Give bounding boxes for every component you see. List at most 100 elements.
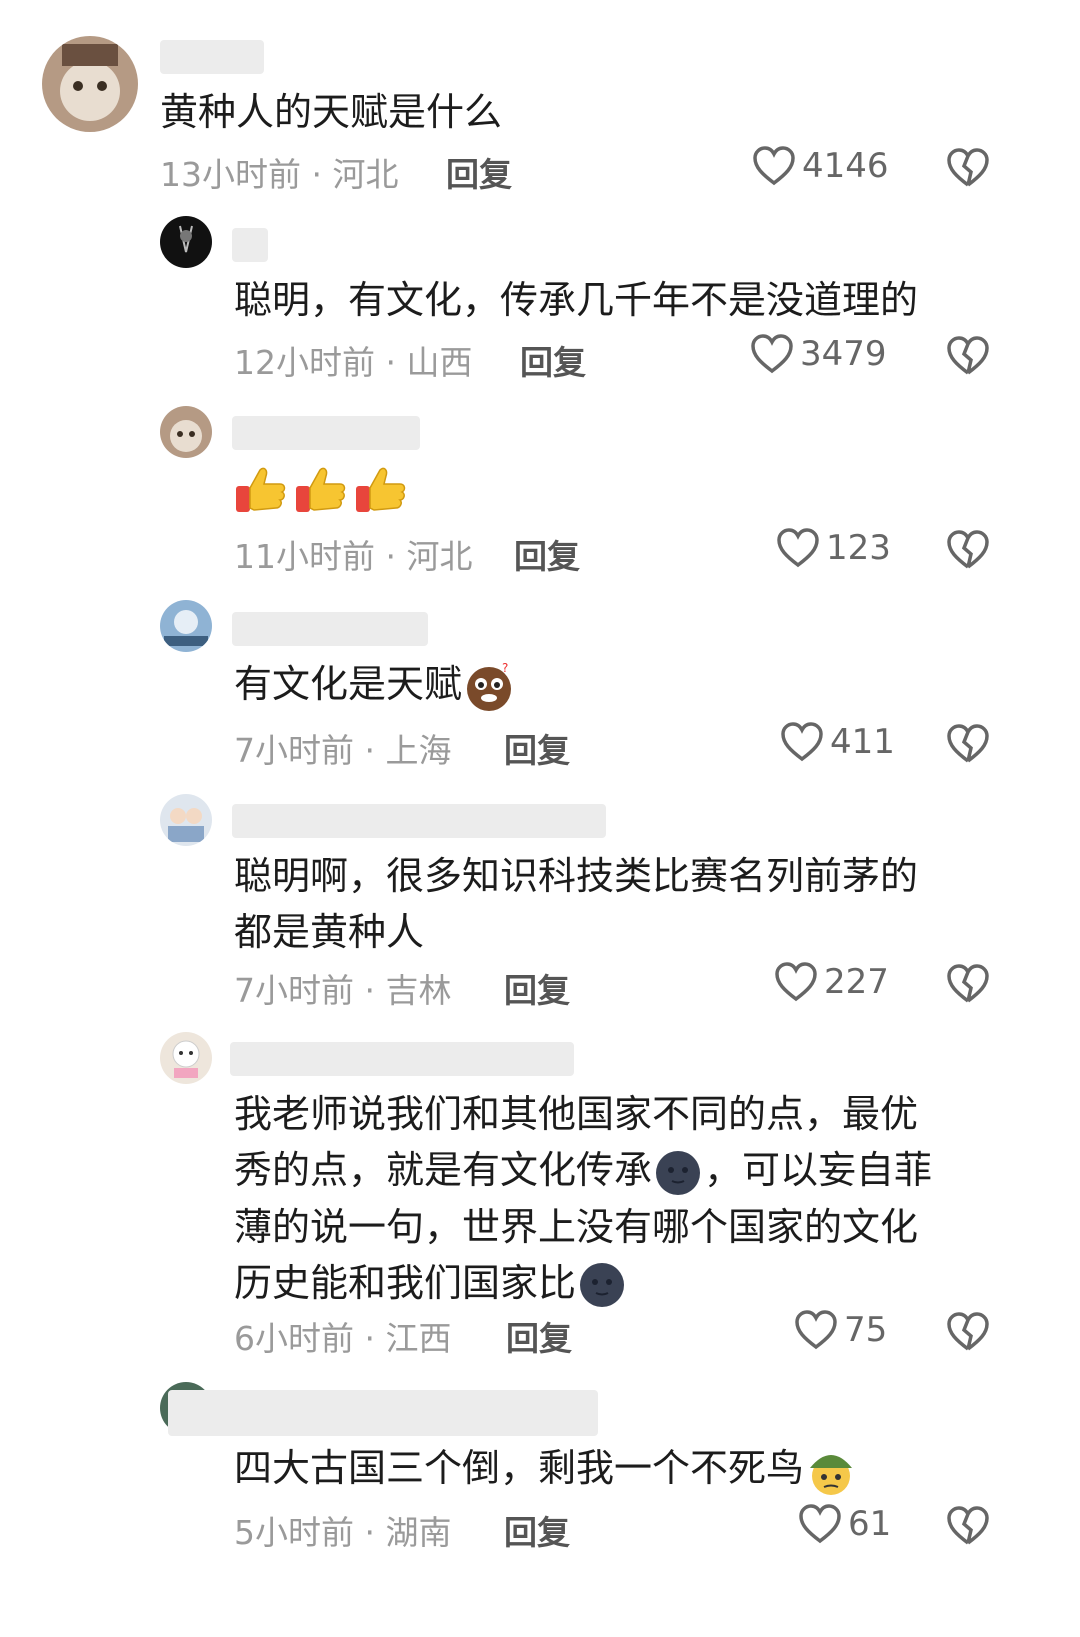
comment-location: 河北 — [406, 537, 473, 576]
like-button[interactable]: 75 — [794, 1310, 887, 1350]
comment-text: 聪明，有文化，传承几千年不是没道理的 — [234, 278, 919, 322]
thumbs-up-icon — [236, 467, 286, 512]
comment-text: 聪明啊，很多知识科技类比赛名列前茅的 都是黄种人 — [234, 848, 918, 960]
avatar[interactable] — [160, 600, 212, 652]
comment-text-body: 有文化是天赋 — [234, 662, 463, 706]
comment-meta: 13小时前 · 河北 — [160, 148, 398, 196]
emoji-row — [234, 462, 408, 516]
comment-meta: 11小时前 · 河北 — [234, 530, 472, 578]
like-count: 61 — [848, 1504, 892, 1544]
comment-location: 吉林 — [385, 971, 452, 1010]
avatar[interactable] — [160, 794, 212, 846]
comment-location: 山西 — [406, 343, 473, 382]
like-count: 123 — [826, 528, 891, 568]
comment-meta: 12小时前 · 山西 — [234, 336, 472, 384]
avatar[interactable] — [160, 216, 212, 268]
broken-heart-icon[interactable] — [946, 148, 990, 188]
comment-time: 7小时前 — [234, 731, 354, 770]
comment-location: 上海 — [385, 731, 452, 770]
avatar[interactable] — [160, 406, 212, 458]
like-count: 3479 — [800, 334, 887, 374]
comment-text-segment: 历史能和我们国家比 — [234, 1260, 577, 1305]
comment-location: 湖南 — [385, 1513, 452, 1552]
thumbs-up-icon — [296, 467, 346, 512]
like-button[interactable]: 61 — [798, 1504, 891, 1544]
comment-text-line: 聪明啊，很多知识科技类比赛名列前茅的 — [234, 854, 919, 898]
comment-text: 四大古国三个倒，剩我一个不死鸟 — [234, 1440, 858, 1498]
meta-separator: · — [375, 343, 407, 382]
reply-button[interactable]: 回复 — [504, 724, 570, 772]
reply-button[interactable]: 回复 — [514, 530, 580, 578]
comment-text: 黄种人的天赋是什么 — [160, 90, 503, 134]
comment-time: 7小时前 — [234, 971, 354, 1010]
reply-button[interactable]: 回复 — [504, 1506, 570, 1554]
reply-button[interactable]: 回复 — [504, 964, 570, 1012]
comment-meta: 6小时前 · 江西 — [234, 1312, 451, 1360]
comment-text-line: 都是黄种人 — [234, 910, 425, 954]
comment-text-body: 四大古国三个倒，剩我一个不死鸟 — [234, 1446, 805, 1490]
comment-time: 6小时前 — [234, 1319, 354, 1358]
like-count: 227 — [824, 962, 889, 1002]
like-button[interactable]: 227 — [774, 962, 889, 1002]
broken-heart-icon[interactable] — [946, 964, 990, 1004]
broken-heart-icon[interactable] — [946, 530, 990, 570]
comment-time: 5小时前 — [234, 1513, 354, 1552]
reply-button[interactable]: 回复 — [520, 336, 586, 384]
broken-heart-icon[interactable] — [946, 1312, 990, 1352]
comment-text-line: 薄的说一句，世界上没有哪个国家的文化 — [234, 1204, 919, 1249]
username[interactable] — [230, 1042, 574, 1076]
dark-moon-face-icon — [656, 1150, 701, 1195]
broken-heart-icon[interactable] — [946, 1506, 990, 1546]
heart-icon — [799, 1504, 841, 1544]
like-button[interactable]: 4146 — [752, 146, 889, 186]
svg-text:?: ? — [502, 661, 508, 675]
like-button[interactable]: 123 — [776, 528, 891, 568]
thumbs-up-icon — [356, 467, 406, 512]
like-count: 411 — [830, 722, 895, 762]
meta-separator: · — [354, 971, 386, 1010]
meta-separator: · — [354, 1319, 386, 1358]
soldier-face-icon — [810, 1454, 853, 1495]
reply-button[interactable]: 回复 — [506, 1312, 572, 1360]
heart-icon — [781, 722, 823, 762]
comment-text: 有文化是天赋? — [234, 656, 516, 714]
comment-meta: 7小时前 · 吉林 — [234, 964, 451, 1012]
comment-text-segment: ，可以妄自菲 — [704, 1148, 933, 1192]
username[interactable] — [232, 416, 420, 450]
like-count: 75 — [844, 1310, 888, 1350]
avatar[interactable] — [160, 1032, 212, 1084]
username[interactable] — [232, 228, 268, 262]
comment-meta: 5小时前 · 湖南 — [234, 1506, 451, 1554]
comment-text-line: 我老师说我们和其他国家不同的点，最优 — [234, 1092, 919, 1136]
like-count: 4146 — [802, 146, 889, 186]
comment-location: 江西 — [385, 1319, 452, 1358]
like-button[interactable]: 411 — [780, 722, 895, 762]
comment-location: 河北 — [332, 155, 399, 194]
comment-text-line: 历史能和我们国家比 — [234, 1255, 932, 1312]
heart-icon — [753, 146, 795, 186]
comment-text-segment: 秀的点，就是有文化传承 — [234, 1148, 653, 1192]
like-button[interactable]: 3479 — [750, 334, 887, 374]
meta-separator: · — [301, 155, 333, 194]
username[interactable] — [168, 1390, 598, 1436]
heart-icon — [777, 528, 819, 568]
comment-time: 12小时前 — [234, 343, 375, 382]
comment-time: 13小时前 — [160, 155, 301, 194]
username[interactable] — [232, 612, 428, 646]
dark-moon-face-icon — [580, 1263, 625, 1307]
broken-heart-icon[interactable] — [946, 724, 990, 764]
broken-heart-icon[interactable] — [946, 336, 990, 376]
confused-face-icon: ? — [467, 661, 512, 711]
meta-separator: · — [375, 537, 407, 576]
username[interactable] — [160, 40, 264, 74]
heart-icon — [751, 334, 793, 374]
heart-icon — [775, 962, 817, 1002]
comment-meta: 7小时前 · 上海 — [234, 724, 451, 772]
comment-text: 我老师说我们和其他国家不同的点，最优 秀的点，就是有文化传承 ，可以妄自菲 薄的说… — [234, 1086, 932, 1311]
avatar[interactable] — [42, 36, 138, 132]
username[interactable] — [232, 804, 606, 838]
reply-button[interactable]: 回复 — [446, 148, 512, 196]
heart-icon — [795, 1310, 837, 1350]
meta-separator: · — [354, 1513, 386, 1552]
comment-text-line: 秀的点，就是有文化传承 ，可以妄自菲 — [234, 1142, 932, 1199]
